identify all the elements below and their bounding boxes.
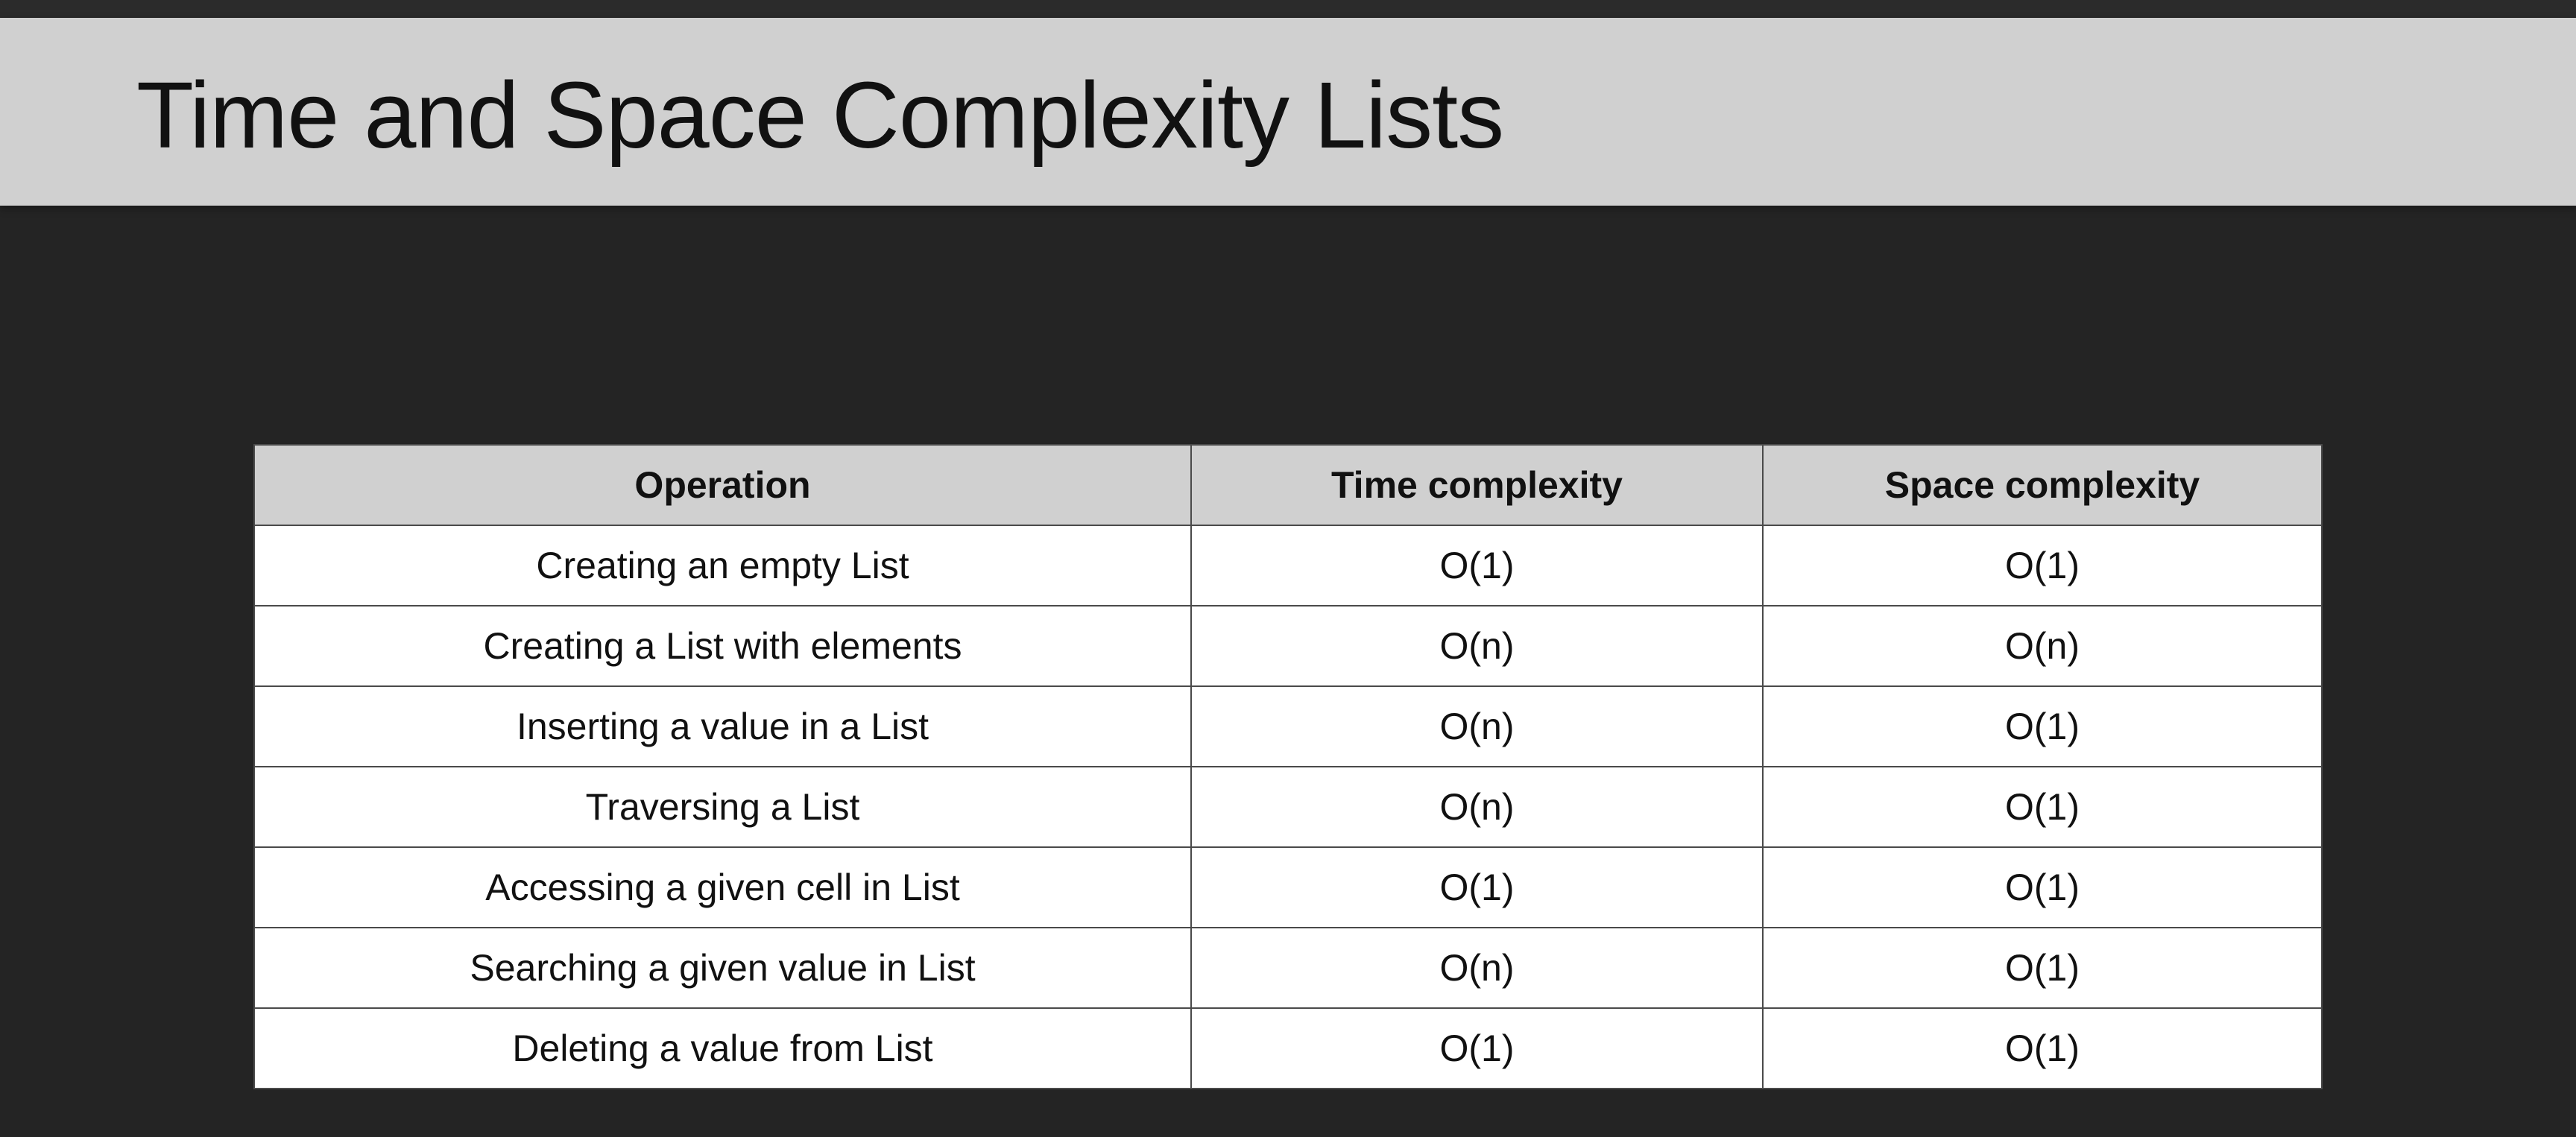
table-header-row: Operation Time complexity Space complexi… xyxy=(253,444,2323,526)
cell-operation: Inserting a value in a List xyxy=(253,685,1192,767)
cell-time: O(1) xyxy=(1190,1007,1764,1089)
cell-operation: Traversing a List xyxy=(253,766,1192,848)
cell-operation: Accessing a given cell in List xyxy=(253,846,1192,928)
table-row: Creating a List with elements O(n) O(n) xyxy=(253,605,2323,687)
cell-operation: Creating an empty List xyxy=(253,525,1192,606)
header-space-complexity: Space complexity xyxy=(1762,444,2323,526)
slide-title: Time and Space Complexity Lists xyxy=(136,63,1504,168)
top-strip xyxy=(0,0,2576,18)
table-row: Traversing a List O(n) O(1) xyxy=(253,766,2323,848)
table-row: Inserting a value in a List O(n) O(1) xyxy=(253,685,2323,767)
header-time-complexity: Time complexity xyxy=(1190,444,1764,526)
table-row: Searching a given value in List O(n) O(1… xyxy=(253,927,2323,1009)
cell-time: O(1) xyxy=(1190,846,1764,928)
table-row: Creating an empty List O(1) O(1) xyxy=(253,525,2323,606)
cell-time: O(n) xyxy=(1190,766,1764,848)
cell-operation: Searching a given value in List xyxy=(253,927,1192,1009)
cell-operation: Creating a List with elements xyxy=(253,605,1192,687)
complexity-table-container: Operation Time complexity Space complexi… xyxy=(253,444,2323,1089)
cell-space: O(1) xyxy=(1762,525,2323,606)
cell-operation: Deleting a value from List xyxy=(253,1007,1192,1089)
cell-time: O(n) xyxy=(1190,605,1764,687)
table-row: Deleting a value from List O(1) O(1) xyxy=(253,1007,2323,1089)
complexity-table: Operation Time complexity Space complexi… xyxy=(253,444,2323,1089)
cell-time: O(n) xyxy=(1190,927,1764,1009)
cell-space: O(1) xyxy=(1762,846,2323,928)
cell-space: O(1) xyxy=(1762,1007,2323,1089)
cell-space: O(1) xyxy=(1762,766,2323,848)
cell-space: O(n) xyxy=(1762,605,2323,687)
cell-space: O(1) xyxy=(1762,685,2323,767)
cell-time: O(1) xyxy=(1190,525,1764,606)
table-row: Accessing a given cell in List O(1) O(1) xyxy=(253,846,2323,928)
cell-space: O(1) xyxy=(1762,927,2323,1009)
header-operation: Operation xyxy=(253,444,1192,526)
title-bar: Time and Space Complexity Lists xyxy=(0,18,2576,206)
cell-time: O(n) xyxy=(1190,685,1764,767)
